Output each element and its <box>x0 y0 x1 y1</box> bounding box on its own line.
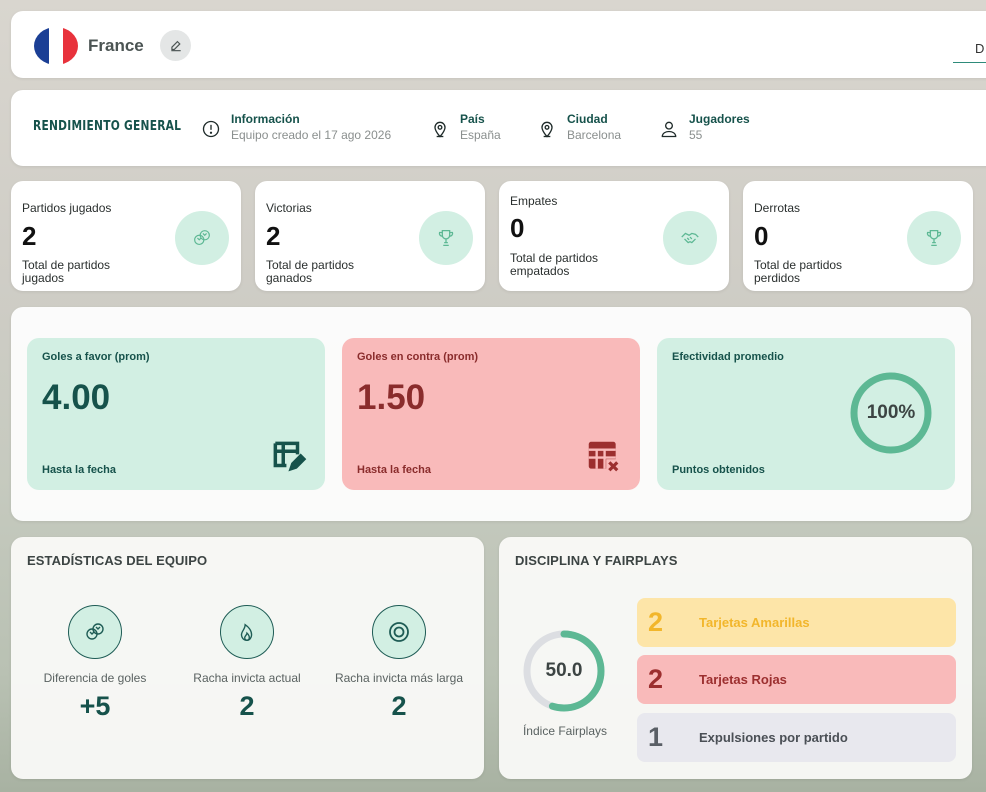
info-bar: RENDIMIENTO GENERAL Información Equipo cr… <box>11 90 986 166</box>
stat-value: 2 <box>22 221 37 251</box>
expulsions-count: 1 <box>648 722 664 752</box>
yellow-cards-label: Tarjetas Amarillas <box>699 615 810 630</box>
stat-subtitle: Total de partidos ganados <box>266 258 355 285</box>
team-stat-label: Diferencia de goles <box>43 671 147 685</box>
info-label: Jugadores <box>689 112 750 126</box>
map-pin-icon <box>537 119 557 139</box>
yellow-cards-count: 2 <box>648 607 664 637</box>
stat-value: 2 <box>266 221 281 251</box>
goals-for-card: Goles a favor (prom) 4.00 Hasta la fecha <box>27 338 325 490</box>
team-stat-label: Racha invicta actual <box>193 671 301 685</box>
goals-against-footer: Hasta la fecha <box>357 464 431 476</box>
edit-team-button[interactable] <box>160 30 191 61</box>
goals-against-value: 1.50 <box>357 378 426 417</box>
balls-icon <box>175 211 229 265</box>
red-cards-row: 2 Tarjetas Rojas <box>637 655 956 704</box>
stat-card-wins: Victorias 2 Total de partidos ganados <box>255 181 485 291</box>
flame-icon <box>220 605 274 659</box>
team-stat-longest-streak: Racha invicta más larga 2 <box>329 605 469 722</box>
info-label: Información <box>231 112 300 126</box>
discipline-title: DISCIPLINA Y FAIRPLAYS <box>515 553 678 568</box>
performance-title: RENDIMIENTO GENERAL <box>33 119 182 134</box>
stat-label: Victorias <box>266 201 312 215</box>
team-stat-current-streak: Racha invicta actual 2 <box>177 605 317 722</box>
team-stat-value: +5 <box>79 691 111 721</box>
effectiveness-value: 100% <box>866 402 916 423</box>
stat-card-draws: Empates 0 Total de partidos empatados <box>499 181 729 291</box>
yellow-cards-row: 2 Tarjetas Amarillas <box>637 598 956 647</box>
stat-value: 0 <box>510 213 525 243</box>
expulsions-row: 1 Expulsiones por partido <box>637 713 956 762</box>
handshake-icon <box>663 211 717 265</box>
goals-against-title: Goles en contra (prom) <box>357 351 479 363</box>
goals-against-card: Goles en contra (prom) 1.50 Hasta la fec… <box>342 338 640 490</box>
fairplay-label: Índice Fairplays <box>522 724 608 738</box>
header-dropdown[interactable]: D <box>953 41 986 63</box>
averages-panel: Goles a favor (prom) 4.00 Hasta la fecha… <box>11 307 971 521</box>
info-value: Equipo creado el 17 ago 2026 <box>231 128 392 142</box>
pencil-icon <box>170 40 181 51</box>
team-stats-title: ESTADÍSTICAS DEL EQUIPO <box>27 553 208 568</box>
info-circle-icon <box>201 119 221 139</box>
expulsions-label: Expulsiones por partido <box>699 730 848 745</box>
effectiveness-footer: Puntos obtenidos <box>672 464 765 476</box>
info-item-ciudad: Ciudad Barcelona <box>537 112 621 142</box>
team-stat-label: Racha invicta más larga <box>334 671 464 685</box>
discipline-panel: DISCIPLINA Y FAIRPLAYS 50.0 Índice Fairp… <box>499 537 972 779</box>
goals-for-value: 4.00 <box>42 378 111 417</box>
stat-card-losses: Derrotas 0 Total de partidos perdidos <box>743 181 973 291</box>
info-item-informacion: Información Equipo creado el 17 ago 2026 <box>201 112 391 142</box>
info-value: 55 <box>689 128 703 142</box>
team-stats-panel: ESTADÍSTICAS DEL EQUIPO Diferencia de go… <box>11 537 484 779</box>
trophy-icon <box>419 211 473 265</box>
team-name: France <box>88 36 144 55</box>
balls-icon <box>68 605 122 659</box>
info-value: Barcelona <box>567 128 622 142</box>
stat-label: Empates <box>510 194 558 208</box>
fairplay-value: 50.0 <box>545 660 583 681</box>
table-x-icon <box>588 441 621 474</box>
stat-value: 0 <box>754 221 769 251</box>
team-stat-goal-diff: Diferencia de goles +5 <box>25 605 165 722</box>
trophy-icon <box>907 211 961 265</box>
target-icon <box>372 605 426 659</box>
red-cards-label: Tarjetas Rojas <box>699 672 787 687</box>
stat-card-played: Partidos jugados 2 Total de partidos jug… <box>11 181 241 291</box>
team-header <box>11 11 986 78</box>
stat-subtitle: Total de partidos jugados <box>22 258 111 285</box>
team-stat-value: 2 <box>239 691 255 721</box>
info-value: España <box>460 128 501 142</box>
effectiveness-card: Efectividad promedio Puntos obtenidos 10… <box>657 338 955 490</box>
info-label: País <box>460 112 485 126</box>
goals-for-title: Goles a favor (prom) <box>42 351 150 363</box>
table-edit-icon <box>273 441 307 472</box>
stat-subtitle: Total de partidos empatados <box>510 251 599 278</box>
red-cards-count: 2 <box>648 664 664 694</box>
team-flag <box>34 27 78 65</box>
effectiveness-title: Efectividad promedio <box>672 351 784 363</box>
info-item-pais: País España <box>430 112 501 142</box>
user-icon <box>659 119 679 139</box>
map-pin-icon <box>430 119 450 139</box>
info-item-jugadores: Jugadores 55 <box>659 112 750 142</box>
goals-for-footer: Hasta la fecha <box>42 464 116 476</box>
stat-label: Derrotas <box>754 201 801 215</box>
team-stat-value: 2 <box>391 691 407 721</box>
info-label: Ciudad <box>567 112 608 126</box>
stat-label: Partidos jugados <box>22 201 112 215</box>
stat-subtitle: Total de partidos perdidos <box>754 258 843 285</box>
